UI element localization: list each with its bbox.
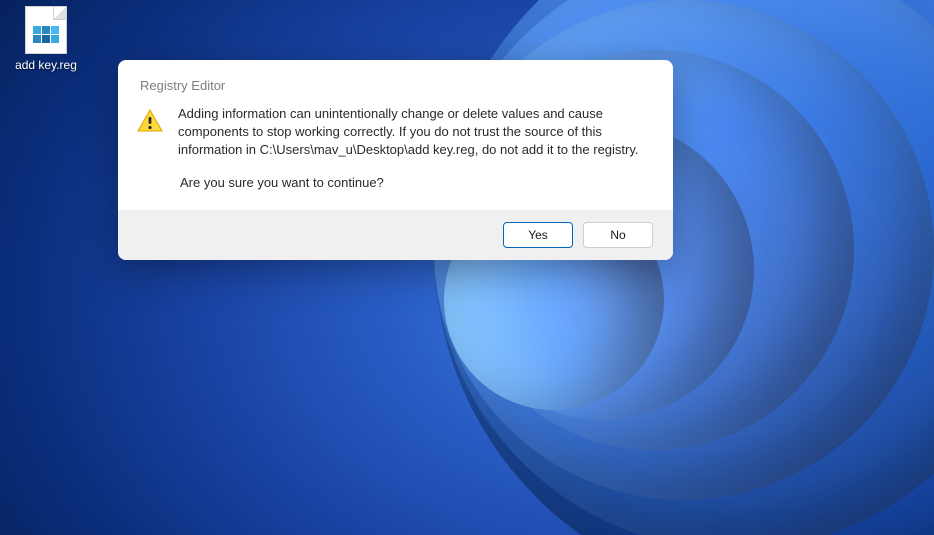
- dialog-footer: Yes No: [118, 210, 673, 260]
- dialog-title: Registry Editor: [140, 78, 651, 93]
- no-button[interactable]: No: [583, 222, 653, 248]
- reg-file-icon: [25, 6, 67, 54]
- dialog-message: Adding information can unintentionally c…: [178, 105, 651, 160]
- yes-button[interactable]: Yes: [503, 222, 573, 248]
- dialog-question: Are you sure you want to continue?: [180, 174, 651, 192]
- dialog-content: Adding information can unintentionally c…: [178, 105, 651, 192]
- desktop-icon-label: add key.reg: [15, 58, 77, 72]
- dialog-body: Adding information can unintentionally c…: [118, 101, 673, 210]
- dialog-header: Registry Editor: [118, 60, 673, 101]
- registry-editor-dialog: Registry Editor Adding information can u…: [118, 60, 673, 260]
- warning-icon: [136, 107, 164, 138]
- desktop-file-add-key-reg[interactable]: add key.reg: [8, 4, 84, 74]
